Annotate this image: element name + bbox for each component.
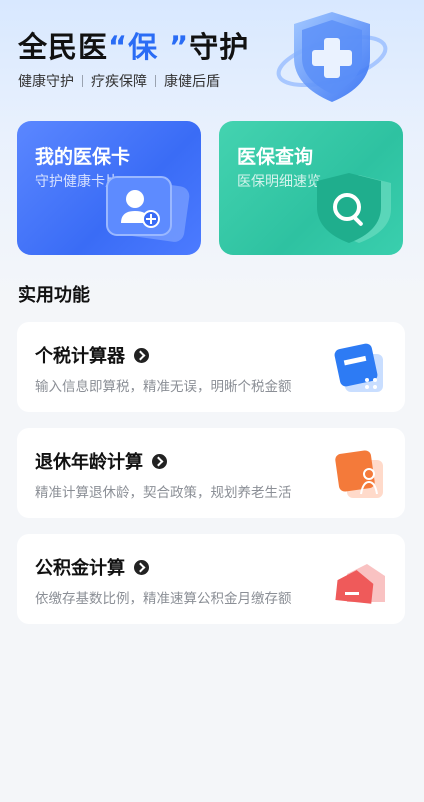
item-description: 精准计算退休龄，契合政策，规划养老生活	[35, 485, 292, 501]
item-description: 输入信息即算税，精准无误，明晰个税金额	[35, 379, 292, 395]
item-title: 退休年龄计算	[35, 448, 167, 474]
tax-calculator-item[interactable]: 个税计算器 输入信息即算税，精准无误，明晰个税金额	[17, 322, 405, 412]
user-add-icon	[106, 176, 190, 242]
calculator-icon	[334, 343, 383, 392]
card-title: 医保查询	[237, 146, 314, 168]
subtitle-item: 康健后盾	[164, 74, 220, 90]
retirement-age-item[interactable]: 退休年龄计算 精准计算退休龄，契合政策，规划养老生活	[17, 428, 405, 518]
card-title: 我的医保卡	[35, 146, 131, 168]
chevron-right-icon	[134, 347, 149, 363]
search-shield-icon	[317, 173, 391, 243]
housing-fund-item[interactable]: 公积金计算 依缴存基数比例，精准速算公积金月缴存额	[17, 534, 405, 624]
chevron-right-icon	[152, 453, 167, 469]
chevron-right-icon	[134, 559, 149, 575]
medical-card-entry[interactable]: 我的医保卡 守护健康卡片	[17, 121, 201, 255]
house-icon	[335, 564, 385, 604]
item-title: 个税计算器	[35, 342, 149, 368]
medical-shield-icon	[276, 12, 388, 102]
divider	[155, 75, 156, 87]
item-title: 公积金计算	[35, 554, 149, 580]
section-title: 实用功能	[18, 285, 90, 306]
retirement-person-icon	[335, 450, 383, 498]
item-description: 依缴存基数比例，精准速算公积金月缴存额	[35, 591, 292, 607]
divider	[82, 75, 83, 87]
subtitle: 健康守护 疗疾保障 康健后盾	[18, 71, 220, 91]
medical-query-entry[interactable]: 医保查询 医保明细速览	[219, 121, 403, 255]
subtitle-item: 健康守护	[18, 74, 74, 90]
subtitle-item: 疗疾保障	[91, 74, 147, 90]
page-title: 全民医“保 ”守护	[18, 30, 250, 64]
